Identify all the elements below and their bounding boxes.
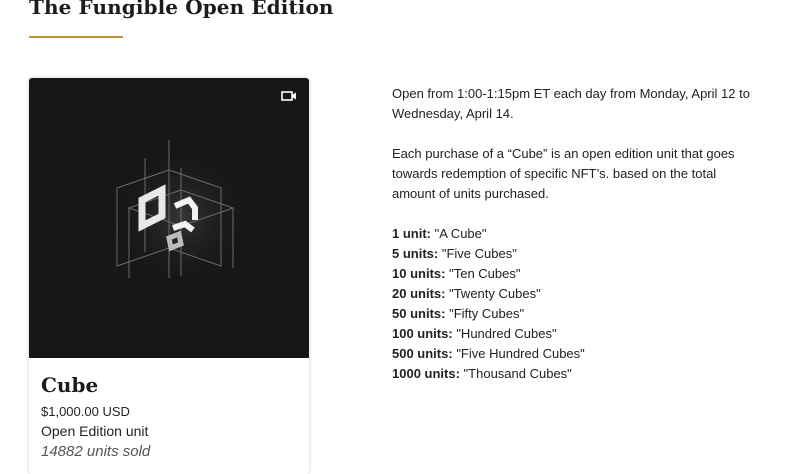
tier-item: 1 unit: "A Cube": [392, 224, 762, 244]
tier-name: "Fifty Cubes": [449, 306, 525, 321]
tier-item: 500 units: "Five Hundred Cubes": [392, 344, 762, 364]
tier-quantity: 1 unit:: [392, 226, 431, 241]
tier-item: 100 units: "Hundred Cubes": [392, 324, 762, 344]
tier-item: 50 units: "Fifty Cubes": [392, 304, 762, 324]
product-card[interactable]: Cube $1,000.00 USD Open Edition unit 148…: [29, 78, 309, 474]
video-camera-icon: [281, 91, 296, 101]
tier-name: "Twenty Cubes": [449, 286, 541, 301]
tier-quantity: 10 units:: [392, 266, 446, 281]
tier-quantity: 20 units:: [392, 286, 446, 301]
units-sold-count: 14882 units sold: [41, 443, 151, 460]
tier-name: "Five Hundred Cubes": [456, 346, 585, 361]
product-media[interactable]: [29, 78, 309, 358]
product-name[interactable]: Cube: [41, 373, 98, 397]
tier-item: 1000 units: "Thousand Cubes": [392, 364, 762, 384]
tier-item: 5 units: "Five Cubes": [392, 244, 762, 264]
tier-quantity: 5 units:: [392, 246, 439, 261]
tier-quantity: 100 units:: [392, 326, 453, 341]
schedule-text: Open from 1:00-1:15pm ET each day from M…: [392, 86, 750, 121]
product-edition-type: Open Edition unit: [41, 423, 149, 439]
tier-name: "A Cube": [434, 226, 487, 241]
cube-artwork: [111, 140, 251, 286]
tier-quantity: 500 units:: [392, 346, 453, 361]
tier-quantity: 1000 units:: [392, 366, 460, 381]
edition-description: Open from 1:00-1:15pm ET each day from M…: [392, 84, 762, 384]
page-title: The Fungible Open Edition: [29, 0, 334, 19]
tier-name: "Hundred Cubes": [456, 326, 557, 341]
details-text: Each purchase of a “Cube” is an open edi…: [392, 146, 735, 201]
product-price: $1,000.00 USD: [41, 404, 130, 419]
tier-name: "Thousand Cubes": [463, 366, 572, 381]
tier-quantity: 50 units:: [392, 306, 446, 321]
tier-name: "Five Cubes": [441, 246, 517, 261]
title-underline: [29, 36, 123, 38]
unit-tiers-list: 1 unit: "A Cube" 5 units: "Five Cubes" 1…: [392, 224, 762, 384]
tier-item: 10 units: "Ten Cubes": [392, 264, 762, 284]
tier-item: 20 units: "Twenty Cubes": [392, 284, 762, 304]
tier-name: "Ten Cubes": [449, 266, 521, 281]
